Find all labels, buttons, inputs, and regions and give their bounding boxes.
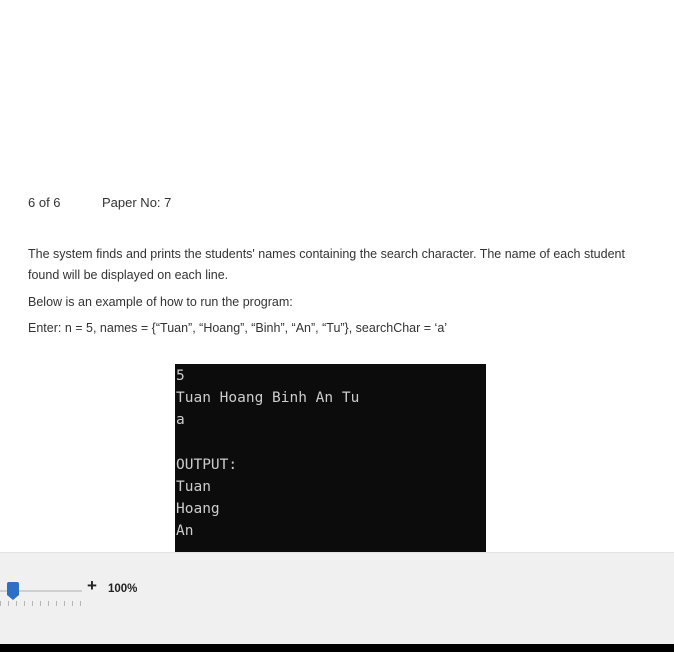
document-page: 6 of 6 Paper No: 7 The system finds and … [0,0,674,552]
console-output-image: 5 Tuan Hoang Binh An Tu a OUTPUT: Tuan H… [175,364,486,552]
console-output-label: OUTPUT: [176,457,238,473]
zoom-in-button[interactable]: + [87,576,97,596]
zoom-slider-ticks [0,601,82,606]
console-line: Tuan Hoang Binh An Tu [176,390,360,406]
paper-number: Paper No: 7 [102,195,172,210]
page-count: 6 of 6 [28,195,61,210]
zoom-level[interactable]: 100% [108,583,137,595]
console-line: Hoang [176,501,220,517]
console-line: 5 [176,368,185,384]
example-input: Enter: n = 5, names = {“Tuan”, “Hoang”, … [28,321,448,335]
console-line: a [176,412,185,428]
status-bar [0,552,674,645]
console-line: Tuan [176,479,211,495]
example-intro: Below is an example of how to run the pr… [28,295,293,309]
problem-description: The system finds and prints the students… [28,247,625,282]
bottom-edge [0,644,674,652]
console-line: An [176,523,194,539]
